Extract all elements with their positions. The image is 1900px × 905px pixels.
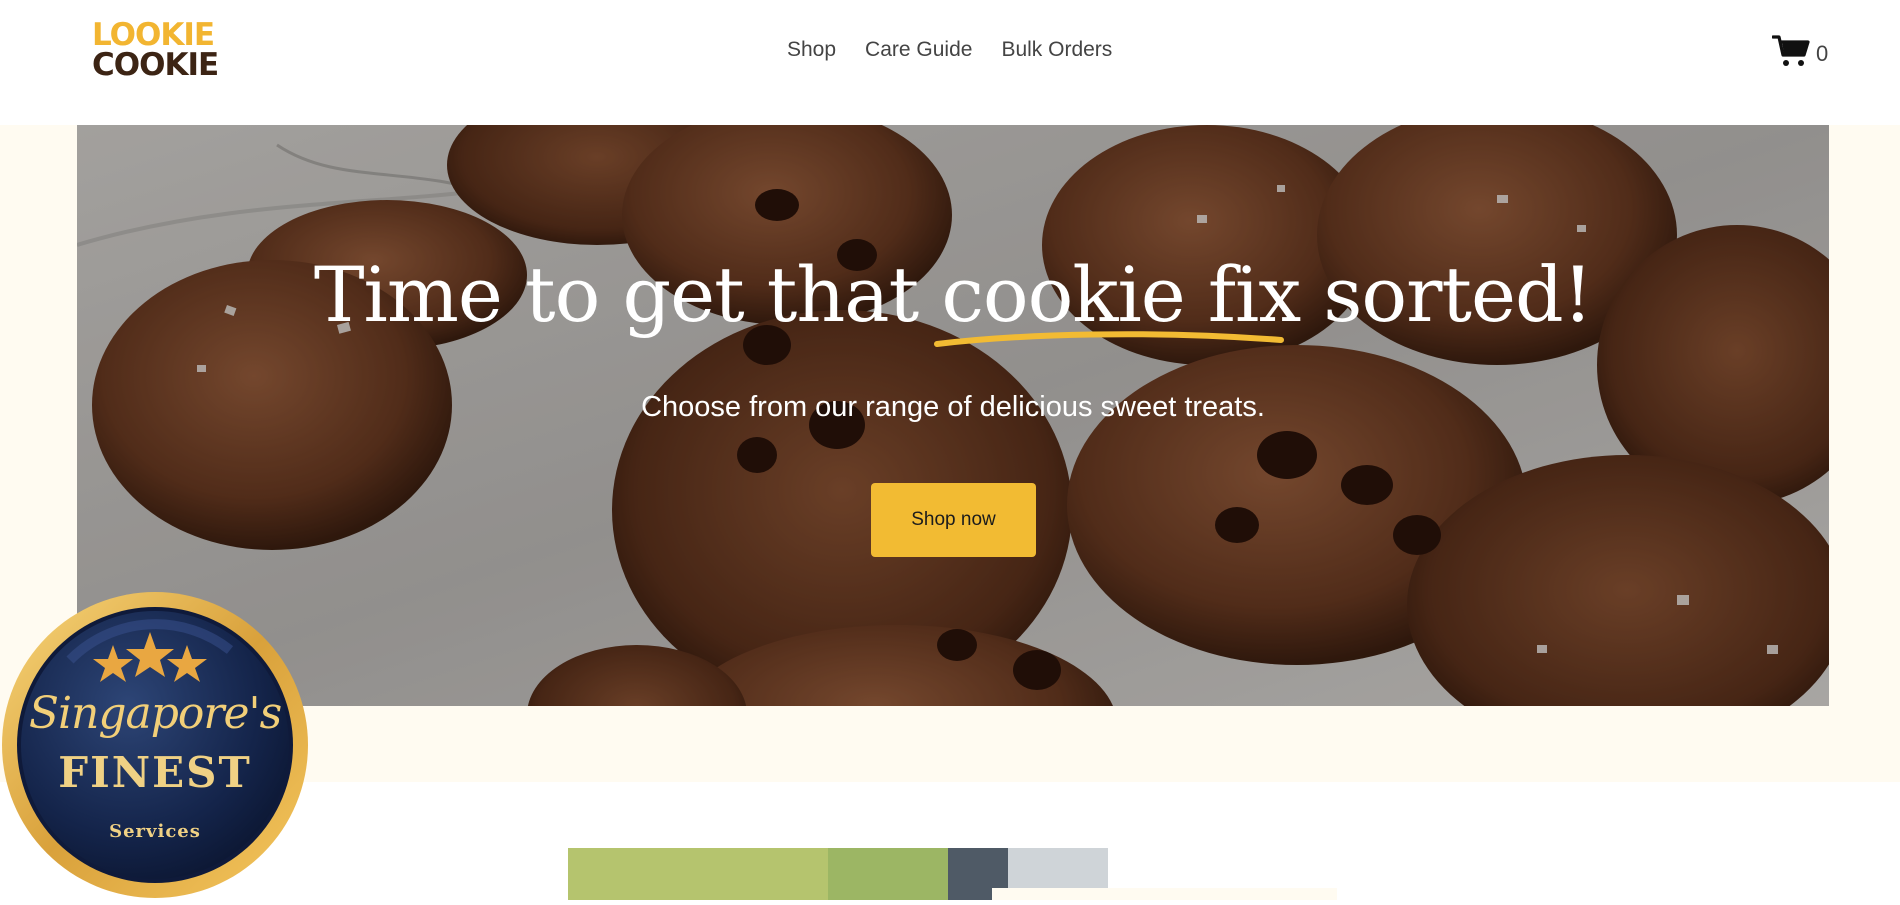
cart-count: 0 bbox=[1816, 41, 1829, 66]
badge-line-3: Services bbox=[109, 821, 201, 842]
main-nav: Shop Care Guide Bulk Orders bbox=[787, 38, 1141, 62]
badge-seal-icon bbox=[2, 592, 308, 898]
badge-line-1: Singapore's bbox=[28, 688, 282, 739]
hero-title: Time to get that cookie fix sorted! bbox=[77, 250, 1829, 347]
hero-title-start: Time to get that bbox=[313, 250, 942, 339]
singapores-finest-badge[interactable]: Singapore's FINEST Services bbox=[0, 590, 310, 900]
cart-button[interactable]: 0 bbox=[1771, 34, 1829, 74]
featured-card bbox=[992, 888, 1337, 900]
cart-icon bbox=[1771, 34, 1810, 74]
badge-line-2: FINEST bbox=[58, 748, 252, 797]
nav-care-guide[interactable]: Care Guide bbox=[865, 38, 972, 62]
site-header: LOOKIE COOKIE Shop Care Guide Bulk Order… bbox=[0, 0, 1900, 125]
hero-title-highlight-wrap: cookie fix bbox=[934, 250, 1301, 347]
nav-bulk-orders[interactable]: Bulk Orders bbox=[1001, 38, 1112, 62]
hero-banner: Time to get that cookie fix sorted! Choo… bbox=[77, 125, 1829, 706]
brand-logo[interactable]: LOOKIE COOKIE bbox=[92, 17, 219, 83]
logo-line-1: LOOKIE bbox=[92, 17, 215, 53]
nav-shop[interactable]: Shop bbox=[787, 38, 836, 62]
hero-subtitle: Choose from our range of delicious sweet… bbox=[641, 391, 1265, 423]
shop-now-button[interactable]: Shop now bbox=[871, 483, 1036, 557]
underline-swoosh bbox=[934, 331, 1285, 347]
logo-line-2: COOKIE bbox=[92, 47, 219, 83]
hero-title-end: sorted! bbox=[1300, 250, 1593, 339]
